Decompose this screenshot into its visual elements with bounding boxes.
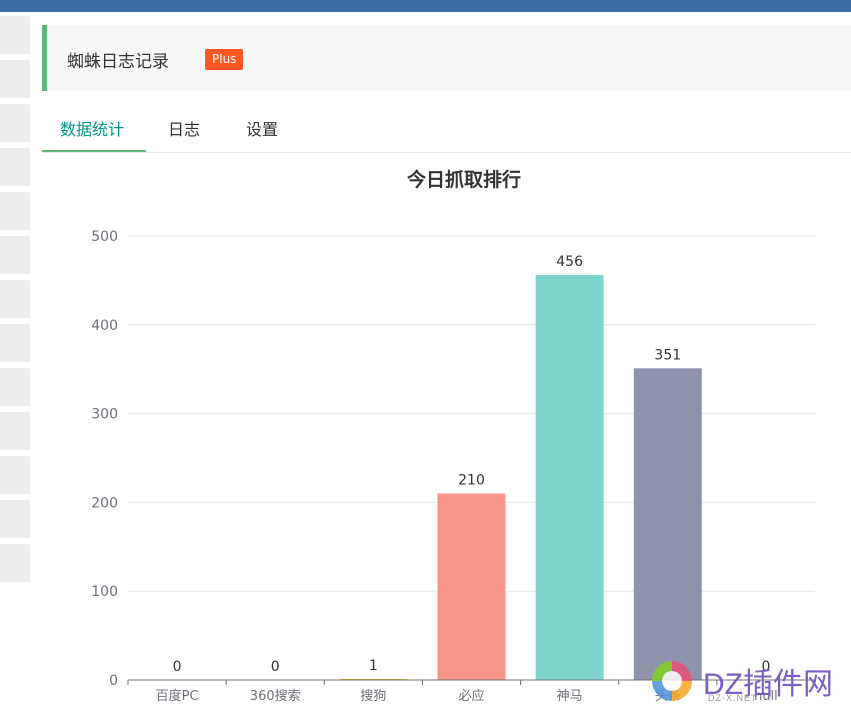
y-tick-label: 0 bbox=[109, 673, 118, 689]
bar-chart: 0百度PC0360搜索1搜狗210必应456神马351头条0null 01002… bbox=[91, 229, 816, 704]
bar-5[interactable] bbox=[633, 368, 702, 680]
x-tick-label: 必应 bbox=[458, 688, 484, 704]
x-tick-label: 百度PC bbox=[156, 688, 199, 704]
bar-4[interactable] bbox=[535, 275, 604, 680]
y-tick-label: 100 bbox=[91, 584, 118, 600]
x-tick-label: 搜狗 bbox=[360, 689, 386, 704]
bar-value-label: 210 bbox=[458, 473, 485, 489]
x-tick-label: 神马 bbox=[557, 689, 583, 704]
y-tick-label: 500 bbox=[91, 229, 118, 245]
x-tick-label: 360搜索 bbox=[250, 689, 301, 704]
bar-value-label: 0 bbox=[271, 659, 280, 675]
y-tick-label: 400 bbox=[91, 318, 118, 334]
y-tick-label: 200 bbox=[91, 495, 118, 511]
y-tick-label: 300 bbox=[91, 407, 118, 423]
watermark-logo-icon bbox=[652, 661, 692, 701]
bar-value-label: 0 bbox=[173, 659, 182, 675]
bar-value-label: 351 bbox=[654, 347, 681, 363]
bar-3[interactable] bbox=[437, 493, 506, 680]
bar-value-label: 456 bbox=[556, 254, 583, 270]
watermark-subtext: DZ-X.NET bbox=[708, 693, 758, 703]
watermark: DZ插件网 DZ-X.NET bbox=[648, 655, 848, 705]
bar-value-label: 1 bbox=[369, 658, 378, 674]
